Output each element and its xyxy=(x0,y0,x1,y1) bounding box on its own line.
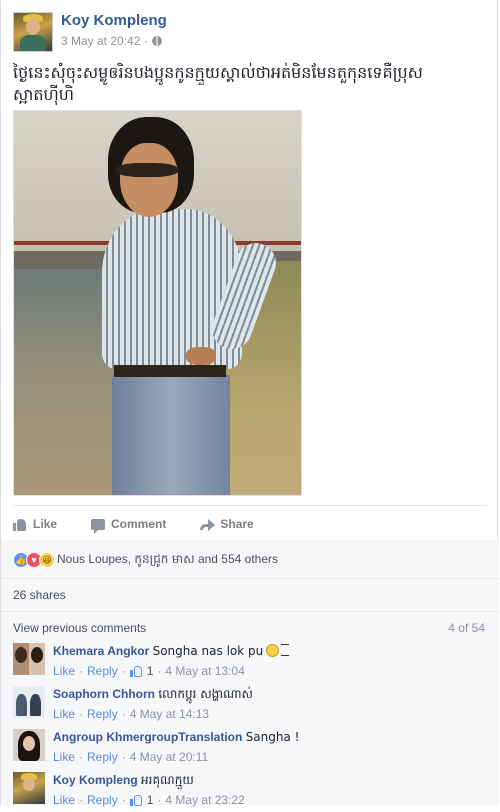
photo-jeans xyxy=(112,375,230,495)
globe-icon[interactable] xyxy=(152,36,163,46)
shares-count[interactable]: 26 shares xyxy=(13,588,66,602)
comment-timestamp[interactable]: 4 May at 13:04 xyxy=(165,664,244,678)
action-bar: Like Comment Share xyxy=(13,512,487,536)
comment-body: Angroup KhmergroupTranslation Sangha ! L… xyxy=(53,729,483,764)
view-previous-comments-link[interactable]: View previous comments xyxy=(13,621,146,635)
post-card: Koy Kompleng 3 May at 20:42 · ថ្ងៃនេះសុំ… xyxy=(0,0,499,807)
comment-text: អរគុណក្មួយ xyxy=(141,773,194,787)
like-button-label: Like xyxy=(33,517,58,531)
unknown-glyph-icon xyxy=(281,644,290,656)
comment-icon xyxy=(91,518,106,534)
avatar-face xyxy=(26,19,40,35)
comment-actions: Like · Reply · 4 May at 14:13 xyxy=(53,707,483,721)
avatar-face xyxy=(23,778,35,791)
separator: · xyxy=(121,750,126,764)
commenter-avatar[interactable] xyxy=(13,772,45,804)
separator: · xyxy=(79,707,84,721)
comment-body: Soaphorn Chhorn លោកប្ពូរ សង្ហាណាស់ Like … xyxy=(53,686,483,721)
avatar-hair xyxy=(31,647,43,663)
comment-author[interactable]: Khemara Angkor xyxy=(53,644,149,658)
reactions-summary[interactable]: Nous Loupes, កូនជ្រូក មាស and 554 others xyxy=(57,551,278,569)
commenter-avatar[interactable] xyxy=(13,686,45,718)
post-timestamp[interactable]: 3 May at 20:42 xyxy=(61,34,140,48)
smile-emoji-icon xyxy=(266,644,280,657)
comment-actions: Like · Reply · 1 · 4 May at 13:04 xyxy=(53,664,483,678)
post-text: ថ្ងៃនេះសុំចុះសម្លូឲរិនបងប្អូនកូនក្មួយស្គ… xyxy=(13,63,423,104)
share-button[interactable]: Share xyxy=(200,517,254,531)
comment-like-count[interactable]: 1 xyxy=(129,664,154,678)
comment-like-link[interactable]: Like xyxy=(53,750,75,764)
comment-text: Songha nas lok pu xyxy=(152,644,264,658)
comment-timestamp[interactable]: 4 May at 20:11 xyxy=(130,750,209,764)
author-avatar[interactable] xyxy=(13,12,53,52)
share-icon xyxy=(200,518,216,531)
comment: Soaphorn Chhorn លោកប្ពូរ សង្ហាណាស់ Like … xyxy=(13,686,487,726)
divider xyxy=(1,578,499,579)
comment-like-number: 1 xyxy=(146,664,154,678)
commenter-avatar[interactable] xyxy=(13,729,45,761)
comment-line: Khemara Angkor Songha nas lok pu xyxy=(53,643,483,659)
post-photo[interactable] xyxy=(13,110,302,496)
comment-reply-link[interactable]: Reply xyxy=(87,707,118,721)
separator: · xyxy=(121,664,126,678)
comment: Koy Kompleng អរគុណក្មួយ Like · Reply · 1… xyxy=(13,772,487,812)
thumbs-up-icon xyxy=(129,794,144,806)
comment-author[interactable]: Koy Kompleng xyxy=(53,773,138,787)
avatar-person xyxy=(16,694,27,716)
thumbs-up-icon xyxy=(13,518,27,531)
divider xyxy=(1,611,499,612)
avatar-body xyxy=(20,35,46,51)
divider xyxy=(13,505,487,506)
comment: Angroup KhmergroupTranslation Sangha ! L… xyxy=(13,729,487,769)
reaction-icons[interactable]: 👍 ♥ 😆 xyxy=(13,552,55,568)
photo-face xyxy=(120,143,178,217)
author-name[interactable]: Koy Kompleng xyxy=(61,12,167,29)
comment-text: លោកប្ពូរ សង្ហាណាស់ xyxy=(158,687,253,701)
photo-hand xyxy=(186,347,216,365)
share-button-label: Share xyxy=(220,517,254,531)
comment-line: Angroup KhmergroupTranslation Sangha ! xyxy=(53,729,483,745)
comment-button-label: Comment xyxy=(111,517,167,531)
post-meta: 3 May at 20:42 · xyxy=(61,34,163,48)
avatar-person xyxy=(30,694,41,716)
photo-sunglasses xyxy=(116,163,178,177)
comment-timestamp[interactable]: 4 May at 14:13 xyxy=(130,707,209,721)
like-button[interactable]: Like xyxy=(13,517,57,531)
avatar-face xyxy=(23,736,35,751)
comment-author[interactable]: Soaphorn Chhorn xyxy=(53,687,155,701)
thumbs-up-icon xyxy=(129,665,144,677)
comment-like-link[interactable]: Like xyxy=(53,707,75,721)
comments-count: 4 of 54 xyxy=(448,621,485,635)
comment-body: Khemara Angkor Songha nas lok pu Like · … xyxy=(53,643,483,678)
comment-button[interactable]: Comment xyxy=(91,517,167,534)
commenter-avatar[interactable] xyxy=(13,643,45,675)
separator: · xyxy=(157,664,162,678)
meta-separator: · xyxy=(144,34,149,48)
separator: · xyxy=(79,750,84,764)
photo-belt xyxy=(114,365,226,377)
comment-actions: Like · Reply · 4 May at 20:11 xyxy=(53,750,483,764)
separator: · xyxy=(121,707,126,721)
haha-reaction-icon: 😆 xyxy=(39,552,55,568)
reactions-row: 👍 ♥ 😆 Nous Loupes, កូនជ្រូក មាស and 554 … xyxy=(13,551,278,569)
comment-reply-link[interactable]: Reply xyxy=(87,750,118,764)
comment-body: Koy Kompleng អរគុណក្មួយ Like · Reply · 1… xyxy=(53,772,483,807)
comment-text: Sangha ! xyxy=(245,730,300,744)
comment: Khemara Angkor Songha nas lok pu Like · … xyxy=(13,643,487,683)
comment-like-link[interactable]: Like xyxy=(53,664,75,678)
comment-author[interactable]: Angroup KhmergroupTranslation xyxy=(53,730,242,744)
comment-reply-link[interactable]: Reply xyxy=(87,664,118,678)
avatar-hair xyxy=(15,647,27,663)
separator: · xyxy=(79,664,84,678)
comment-line: Koy Kompleng អរគុណក្មួយ xyxy=(53,772,483,788)
comment-line: Soaphorn Chhorn លោកប្ពូរ សង្ហាណាស់ xyxy=(53,686,483,702)
